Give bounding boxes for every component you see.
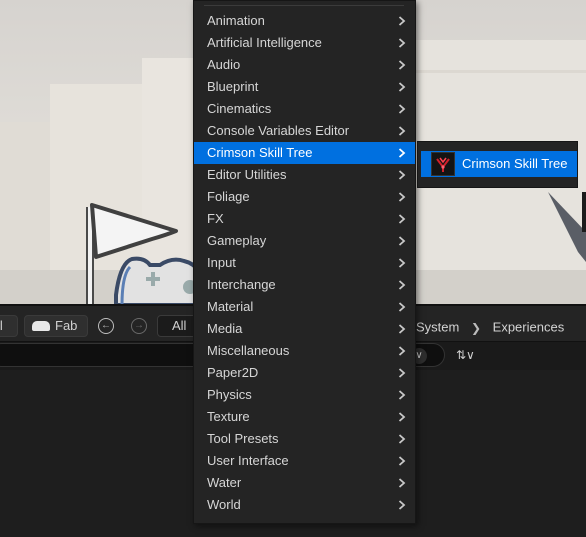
scene-wall-ledge	[415, 70, 586, 73]
menu-item-label: Editor Utilities	[207, 167, 287, 182]
chevron-right-icon	[397, 252, 407, 274]
menu-item-water[interactable]: Water	[194, 472, 415, 494]
menu-item-console-variables-editor[interactable]: Console Variables Editor	[194, 120, 415, 142]
menu-item-texture[interactable]: Texture	[194, 406, 415, 428]
player-start-flag-icon	[86, 203, 212, 304]
menu-item-cinematics[interactable]: Cinematics	[194, 98, 415, 120]
submenu-item-label: Crimson Skill Tree	[462, 156, 568, 171]
menu-item-label: Cinematics	[207, 101, 272, 116]
menu-item-label: Interchange	[207, 277, 276, 292]
category-menu: Animation Artificial Intelligence Audio Blu…	[193, 0, 416, 524]
menu-item-material[interactable]: Material	[194, 296, 415, 318]
menu-item-label: Media	[207, 321, 243, 336]
menu-item-tool-presets[interactable]: Tool Presets	[194, 428, 415, 450]
chevron-right-icon	[397, 406, 407, 428]
menu-item-input[interactable]: Input	[194, 252, 415, 274]
menu-item-label: Audio	[207, 57, 241, 72]
chevron-right-icon	[397, 362, 407, 384]
menu-item-label: Console Variables Editor	[207, 123, 350, 138]
chevron-right-icon	[397, 494, 407, 516]
sort-options-icon[interactable]: ⇅∨	[456, 346, 488, 364]
menu-item-blueprint[interactable]: Blueprint	[194, 76, 415, 98]
chevron-right-icon	[397, 230, 407, 252]
menu-item-label: World	[207, 497, 241, 512]
menu-item-physics[interactable]: Physics	[194, 384, 415, 406]
menu-item-foliage[interactable]: Foliage	[194, 186, 415, 208]
menu-item-label: Blueprint	[207, 79, 259, 94]
menu-item-label: Water	[207, 475, 242, 490]
chevron-right-icon	[397, 10, 407, 32]
menu-item-fx[interactable]: FX	[194, 208, 415, 230]
menu-item-world[interactable]: World	[194, 494, 415, 516]
menu-item-user-interface[interactable]: User Interface	[194, 450, 415, 472]
breadcrumb-item-experiences[interactable]: Experiences	[493, 320, 565, 335]
menu-item-crimson-skill-tree[interactable]: Crimson Skill Tree	[194, 142, 415, 164]
menu-item-label: Physics	[207, 387, 252, 402]
chevron-right-icon	[397, 142, 407, 164]
back-arrow-icon[interactable]: ←	[98, 318, 114, 334]
chevron-right-icon	[397, 274, 407, 296]
chevron-right-icon	[397, 296, 407, 318]
menu-item-label: FX	[207, 211, 224, 226]
chevron-right-icon	[397, 384, 407, 406]
chevron-right-icon	[397, 164, 407, 186]
menu-item-label: Input	[207, 255, 236, 270]
menu-item-label: Paper2D	[207, 365, 259, 380]
forward-arrow-icon[interactable]: →	[131, 318, 147, 334]
add-button-label: ll	[0, 318, 3, 333]
menu-item-label: Foliage	[207, 189, 250, 204]
menu-item-miscellaneous[interactable]: Miscellaneous	[194, 340, 415, 362]
menu-item-interchange[interactable]: Interchange	[194, 274, 415, 296]
chevron-right-icon	[397, 120, 407, 142]
menu-item-gameplay[interactable]: Gameplay	[194, 230, 415, 252]
chevron-right-icon	[397, 450, 407, 472]
chevron-right-icon	[397, 472, 407, 494]
chevron-right-icon	[397, 54, 407, 76]
menu-item-artificial-intelligence[interactable]: Artificial Intelligence	[194, 32, 415, 54]
submenu-item-crimson-skill-tree[interactable]: Crimson Skill Tree	[421, 151, 577, 177]
menu-item-label: Animation	[207, 13, 265, 28]
chevron-right-icon	[397, 208, 407, 230]
menu-item-label: Gameplay	[207, 233, 267, 248]
menu-item-audio[interactable]: Audio	[194, 54, 415, 76]
menu-item-label: Tool Presets	[207, 431, 279, 446]
scene-prop	[548, 192, 586, 262]
fab-logo-icon	[32, 321, 50, 331]
path-all-label: All	[172, 318, 187, 333]
crimson-skill-tree-submenu: Crimson Skill Tree	[417, 141, 578, 188]
crimson-skill-tree-icon	[431, 152, 455, 176]
chevron-right-icon	[397, 76, 407, 98]
menu-item-label: Material	[207, 299, 254, 314]
chevron-right-icon	[397, 186, 407, 208]
menu-item-label: Artificial Intelligence	[207, 35, 322, 50]
chevron-right-icon	[397, 340, 407, 362]
chevron-right-icon	[397, 318, 407, 340]
breadcrumb-item-system[interactable]: System	[416, 320, 459, 335]
menu-item-paper2d[interactable]: Paper2D	[194, 362, 415, 384]
add-button[interactable]: ll	[0, 315, 18, 337]
chevron-right-icon: ❯	[470, 320, 482, 335]
menu-item-label: Miscellaneous	[207, 343, 290, 358]
menu-item-label: Crimson Skill Tree	[207, 145, 313, 160]
menu-divider	[204, 5, 404, 6]
breadcrumb: System ❯ Experiences	[416, 317, 564, 337]
fab-button-label: Fab	[55, 318, 78, 333]
chevron-right-icon	[397, 32, 407, 54]
menu-item-label: User Interface	[207, 453, 289, 468]
chevron-right-icon	[397, 98, 407, 120]
menu-item-editor-utilities[interactable]: Editor Utilities	[194, 164, 415, 186]
chevron-right-icon	[397, 428, 407, 450]
fab-button[interactable]: Fab	[24, 315, 88, 337]
menu-item-animation[interactable]: Animation	[194, 10, 415, 32]
menu-item-media[interactable]: Media	[194, 318, 415, 340]
menu-item-label: Texture	[207, 409, 250, 424]
